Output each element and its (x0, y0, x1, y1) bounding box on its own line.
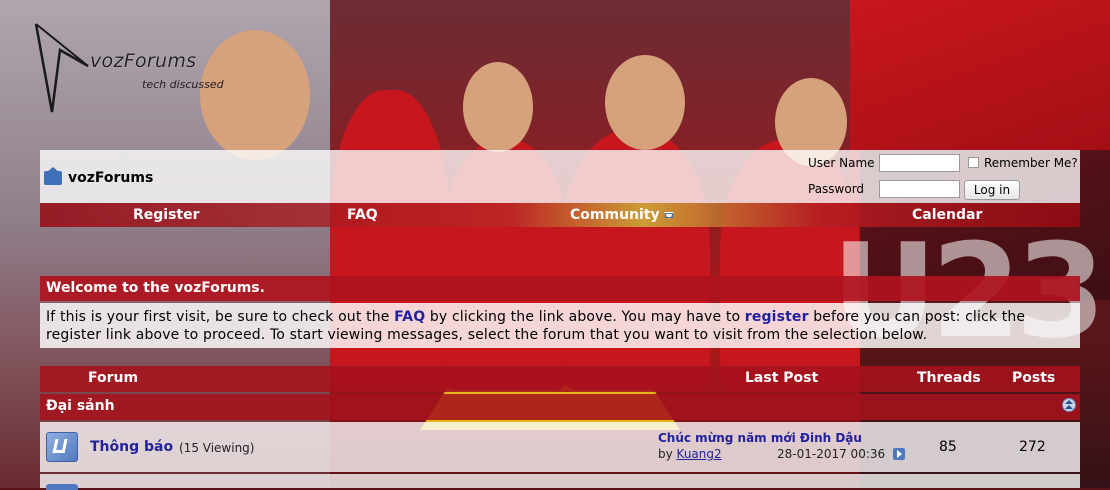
viewing-count: (15 Viewing) (179, 441, 255, 455)
nav-community-label: Community (570, 207, 660, 223)
table-row (40, 474, 1080, 490)
password-label: Password (808, 182, 865, 196)
banner-face (605, 55, 685, 150)
last-post-date: 28-01-2017 00:36 (777, 447, 886, 461)
welcome-text-part: If this is your first visit, be sure to … (46, 309, 395, 325)
category-row: Đại sảnh (40, 394, 1080, 420)
forum-link[interactable]: Thông báo (90, 439, 173, 455)
nav-register[interactable]: Register (133, 207, 200, 223)
nav-community[interactable]: Community (570, 207, 674, 223)
forum-status-icon (46, 484, 78, 490)
faq-link[interactable]: FAQ (394, 309, 425, 325)
last-post-author: by Kuang2 (658, 447, 722, 461)
post-count: 272 (1019, 439, 1046, 455)
welcome-text: If this is your first visit, be sure to … (46, 308, 1076, 344)
last-post-title[interactable]: Chúc mừng năm mới Đinh Dậu (658, 431, 862, 445)
last-post-user-link[interactable]: Kuang2 (677, 447, 722, 461)
remember-me-checkbox[interactable] (968, 157, 979, 168)
go-to-last-post-icon[interactable] (893, 448, 905, 460)
welcome-body: If this is your first visit, be sure to … (40, 303, 1080, 348)
login-button[interactable]: Log in (964, 180, 1020, 200)
welcome-text-part: by clicking the link above. You may have… (425, 309, 745, 325)
site-title: vozForums (68, 170, 154, 186)
forum-home-icon (44, 167, 62, 185)
login-form: User Name Remember Me? Password Log in (806, 153, 1080, 201)
col-last-post: Last Post (745, 370, 819, 386)
forum-table-header: Forum Last Post Threads Posts (40, 366, 1080, 392)
navbar: Register FAQ Community Calendar (40, 203, 1080, 227)
register-link[interactable]: register (745, 309, 809, 325)
banner-face (463, 62, 533, 152)
password-input[interactable] (879, 180, 960, 198)
table-row: Thông báo (15 Viewing) Chúc mừng năm mới… (40, 422, 1080, 472)
collapse-icon[interactable] (1062, 398, 1076, 412)
chevron-down-icon (663, 211, 674, 219)
welcome-title: Welcome to the vozForums. (46, 280, 265, 296)
header-bar: vozForums User Name Remember Me? Passwor… (40, 150, 1080, 203)
remember-me-label: Remember Me? (984, 156, 1078, 170)
col-forum: Forum (88, 370, 139, 386)
logo-tagline: tech discussed (142, 78, 224, 91)
col-threads: Threads (917, 370, 981, 386)
logo-mark-icon (34, 23, 89, 113)
category-name[interactable]: Đại sảnh (46, 398, 115, 414)
username-label: User Name (808, 156, 875, 170)
thread-count: 85 (939, 439, 957, 455)
username-input[interactable] (879, 154, 960, 172)
nav-faq[interactable]: FAQ (347, 207, 378, 223)
forum-status-icon (46, 432, 78, 462)
logo-name: vozForums (90, 50, 197, 72)
site-logo[interactable]: vozForums tech discussed (32, 20, 232, 115)
col-posts: Posts (1012, 370, 1056, 386)
site-title-link[interactable]: vozForums (44, 167, 154, 186)
by-label: by (658, 447, 673, 461)
nav-calendar[interactable]: Calendar (912, 207, 982, 223)
welcome-header: Welcome to the vozForums. (40, 276, 1080, 301)
